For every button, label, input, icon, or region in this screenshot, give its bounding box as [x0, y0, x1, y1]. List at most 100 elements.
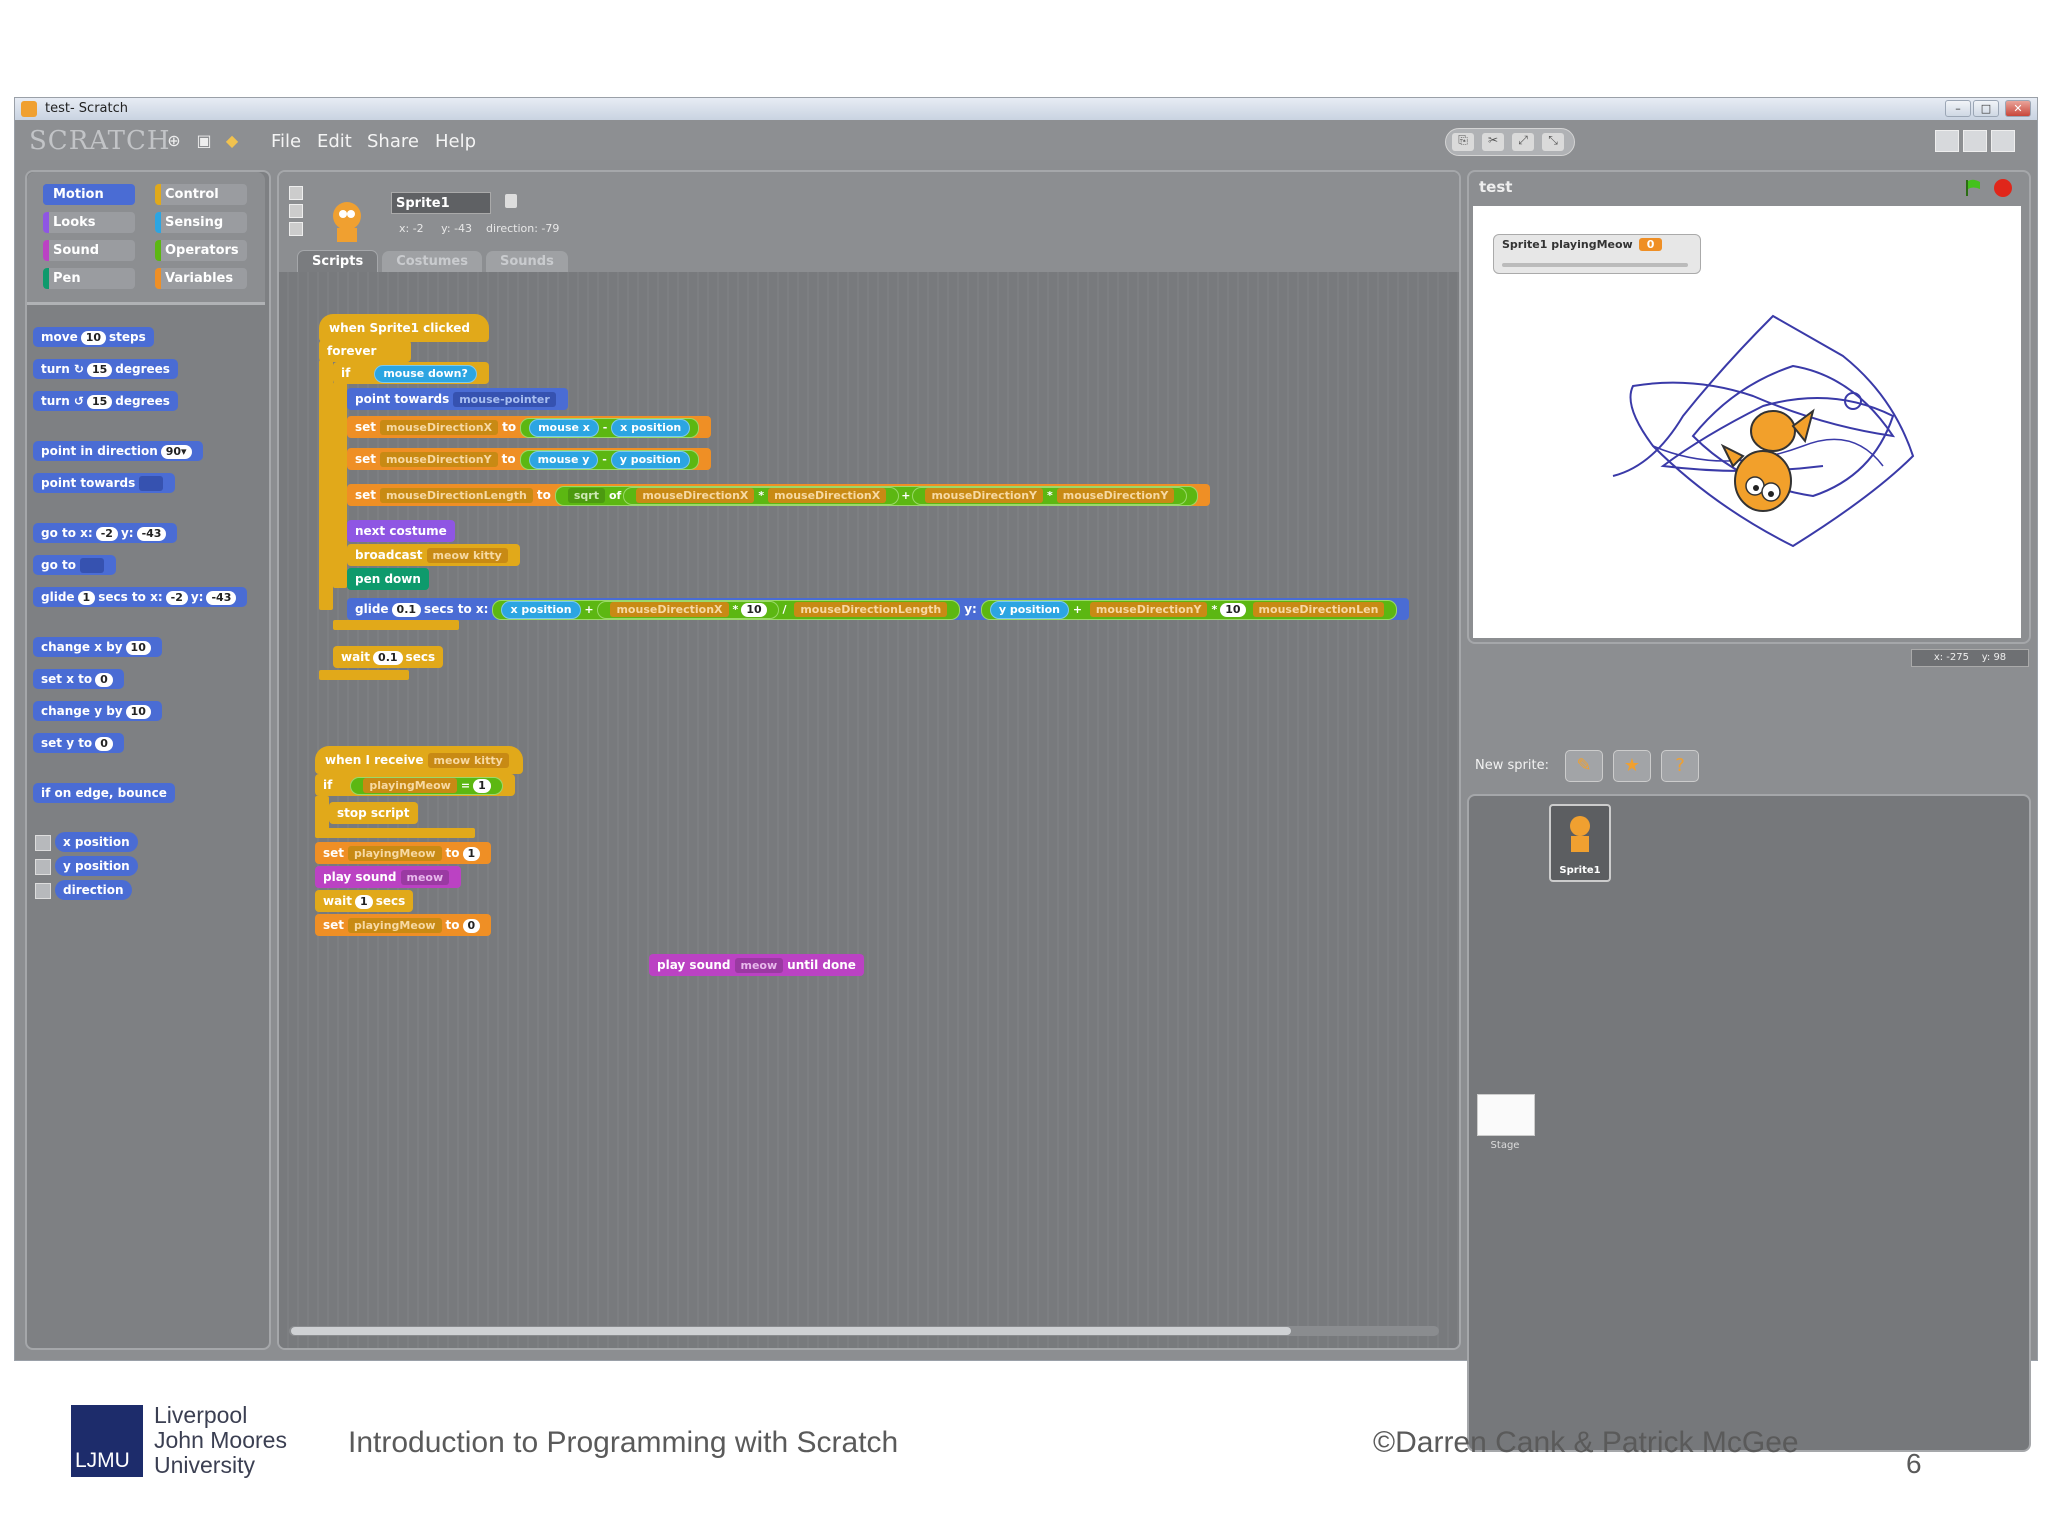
small-stage-icon[interactable]: [1935, 130, 1959, 152]
block-set-x[interactable]: set x to 0: [33, 669, 124, 689]
scratch-logo: SCRATCH: [29, 126, 171, 156]
block-glide[interactable]: glide 1 secs to x: -2 y: -43: [33, 587, 248, 607]
set-mousedirectiony-block[interactable]: set mouseDirectionY to mouse y - y position: [347, 448, 711, 470]
hat-when-i-receive[interactable]: when I receive meow kitty: [315, 746, 523, 774]
globe-icon[interactable]: ⊕: [165, 132, 183, 150]
reporter-y-position[interactable]: y position: [55, 856, 138, 876]
stage-canvas[interactable]: Sprite1 playingMeow 0: [1473, 206, 2021, 638]
forever-block[interactable]: forever: [319, 340, 411, 362]
category-control[interactable]: Control: [155, 184, 247, 205]
block-go-to-xy[interactable]: go to x: -2 y: -43: [33, 523, 178, 543]
minimize-icon[interactable]: –: [1945, 100, 1971, 117]
sprite-name-field[interactable]: Sprite1: [391, 192, 491, 214]
block-go-to[interactable]: go to: [33, 555, 116, 575]
block-set-y[interactable]: set y to 0: [33, 733, 124, 753]
category-variables[interactable]: Variables: [155, 268, 247, 289]
menu-edit[interactable]: Edit: [317, 131, 352, 152]
block-turn-right[interactable]: turn ↻ 15 degrees: [33, 359, 178, 379]
close-icon[interactable]: ✕: [2005, 100, 2031, 117]
checkbox-x-position[interactable]: [35, 835, 51, 851]
sprite-position-info: x: -2 y: -43 direction: -79: [399, 222, 560, 235]
scrollbar-thumb[interactable]: [291, 1327, 1291, 1335]
block-point-towards[interactable]: point towards: [33, 473, 175, 493]
maximize-icon[interactable]: □: [1973, 100, 1999, 117]
choose-sprite-icon[interactable]: ★: [1613, 750, 1651, 782]
set-mousedirectionx-block[interactable]: set mouseDirectionX to mouse x - x position: [347, 416, 712, 438]
checkbox-direction[interactable]: [35, 883, 51, 899]
stage-thumbnail[interactable]: [1477, 1094, 1535, 1136]
block-change-x[interactable]: change x by 10: [33, 637, 162, 657]
paint-new-sprite-icon[interactable]: ✎: [1565, 750, 1603, 782]
category-motion[interactable]: Motion: [43, 184, 135, 205]
menu-help[interactable]: Help: [435, 131, 476, 152]
editor-tabs: Scripts Costumes Sounds: [297, 250, 572, 273]
wait-block[interactable]: wait 0.1 secs: [333, 646, 444, 668]
checkbox-y-position[interactable]: [35, 859, 51, 875]
menu-file[interactable]: File: [271, 131, 301, 152]
play-sound-until-done-block[interactable]: play sound meow until done: [649, 954, 864, 976]
if-c-bottom: [333, 620, 459, 630]
broadcast-block[interactable]: broadcast meow kitty: [347, 544, 520, 566]
tab-costumes[interactable]: Costumes: [382, 251, 482, 273]
course-title: Introduction to Programming with Scratch: [348, 1426, 899, 1459]
window-title: test- Scratch: [45, 101, 128, 116]
cut-tool-icon[interactable]: ✂: [1482, 133, 1504, 151]
block-point-in-direction[interactable]: point in direction 90▾: [33, 441, 203, 461]
if-block[interactable]: if mouse down?: [333, 362, 489, 384]
share-icon[interactable]: ◆: [223, 132, 241, 150]
monitor-slider[interactable]: [1502, 263, 1688, 267]
glide-block[interactable]: glide 0.1 secs to x: x position + mouseDire…: [347, 598, 1410, 620]
set-playingmeow-0-block[interactable]: set playingMeow to 0: [315, 914, 492, 936]
point-towards-block[interactable]: point towards mouse-pointer: [347, 388, 568, 410]
sprite-tile-sprite1[interactable]: Sprite1: [1549, 804, 1611, 882]
category-operators[interactable]: Operators: [155, 240, 247, 261]
category-sound[interactable]: Sound: [43, 240, 135, 261]
reporter-direction[interactable]: direction: [55, 880, 132, 900]
set-mousedirectionlength-block[interactable]: set mouseDirectionLength to sqrt of mouseDire…: [347, 484, 1211, 506]
if-block-2[interactable]: if playingMeow = 1: [315, 774, 515, 796]
save-icon[interactable]: ▣: [195, 132, 213, 150]
scripts-panel: Sprite1 x: -2 y: -43 direction: -79 Scri…: [277, 170, 1461, 1350]
block-bounce[interactable]: if on edge, bounce: [33, 783, 175, 803]
sprite-header: Sprite1 x: -2 y: -43 direction: -79 Scri…: [279, 172, 1459, 273]
reporter-x-position[interactable]: x position: [55, 832, 138, 852]
category-looks[interactable]: Looks: [43, 212, 135, 233]
category-pen[interactable]: Pen: [43, 268, 135, 289]
normal-stage-icon[interactable]: [1963, 130, 1987, 152]
wait-block-2[interactable]: wait 1 secs: [315, 890, 414, 912]
pen-down-block[interactable]: pen down: [347, 568, 429, 590]
rotation-style-buttons: [289, 186, 303, 240]
tab-scripts[interactable]: Scripts: [297, 250, 379, 273]
menu-share[interactable]: Share: [367, 131, 419, 152]
lock-icon[interactable]: [505, 194, 517, 208]
cat-sprite[interactable]: [1713, 386, 1823, 526]
duplicate-tool-icon[interactable]: ⎘: [1452, 133, 1474, 151]
no-rotate-icon[interactable]: [289, 222, 303, 236]
next-costume-block[interactable]: next costume: [347, 520, 455, 542]
set-playingmeow-1-block[interactable]: set playingMeow to 1: [315, 842, 492, 864]
play-sound-block[interactable]: play sound meow: [315, 866, 462, 888]
grow-tool-icon[interactable]: ⤢: [1512, 133, 1534, 151]
scripts-area[interactable]: when Sprite1 clicked forever if mouse dow…: [279, 272, 1459, 1348]
block-move-steps[interactable]: move 10 steps: [33, 327, 154, 347]
rotate-icon[interactable]: [289, 186, 303, 200]
if-c-arm: [333, 382, 347, 588]
copyright: ©Darren Cank & Patrick McGee: [1373, 1426, 1799, 1459]
flip-icon[interactable]: [289, 204, 303, 218]
block-turn-left[interactable]: turn ↺ 15 degrees: [33, 391, 178, 411]
presentation-mode-icon[interactable]: [1991, 130, 2015, 152]
new-sprite-label: New sprite:: [1475, 758, 1549, 773]
variable-monitor[interactable]: Sprite1 playingMeow 0: [1493, 234, 1701, 274]
green-flag-icon[interactable]: [1963, 178, 1983, 198]
surprise-sprite-icon[interactable]: ?: [1661, 750, 1699, 782]
category-sensing[interactable]: Sensing: [155, 212, 247, 233]
stop-sign-icon[interactable]: [1993, 178, 2013, 198]
horizontal-scrollbar[interactable]: [289, 1326, 1439, 1336]
tab-sounds[interactable]: Sounds: [485, 251, 568, 273]
forever-c-bottom: [319, 670, 409, 680]
shrink-tool-icon[interactable]: ⤡: [1542, 133, 1564, 151]
block-change-y[interactable]: change y by 10: [33, 701, 162, 721]
mouse-coordinates: x: -275 y: 98: [1911, 649, 2029, 667]
stop-script-block[interactable]: stop script: [329, 802, 418, 824]
hat-when-sprite-clicked[interactable]: when Sprite1 clicked: [319, 314, 489, 342]
